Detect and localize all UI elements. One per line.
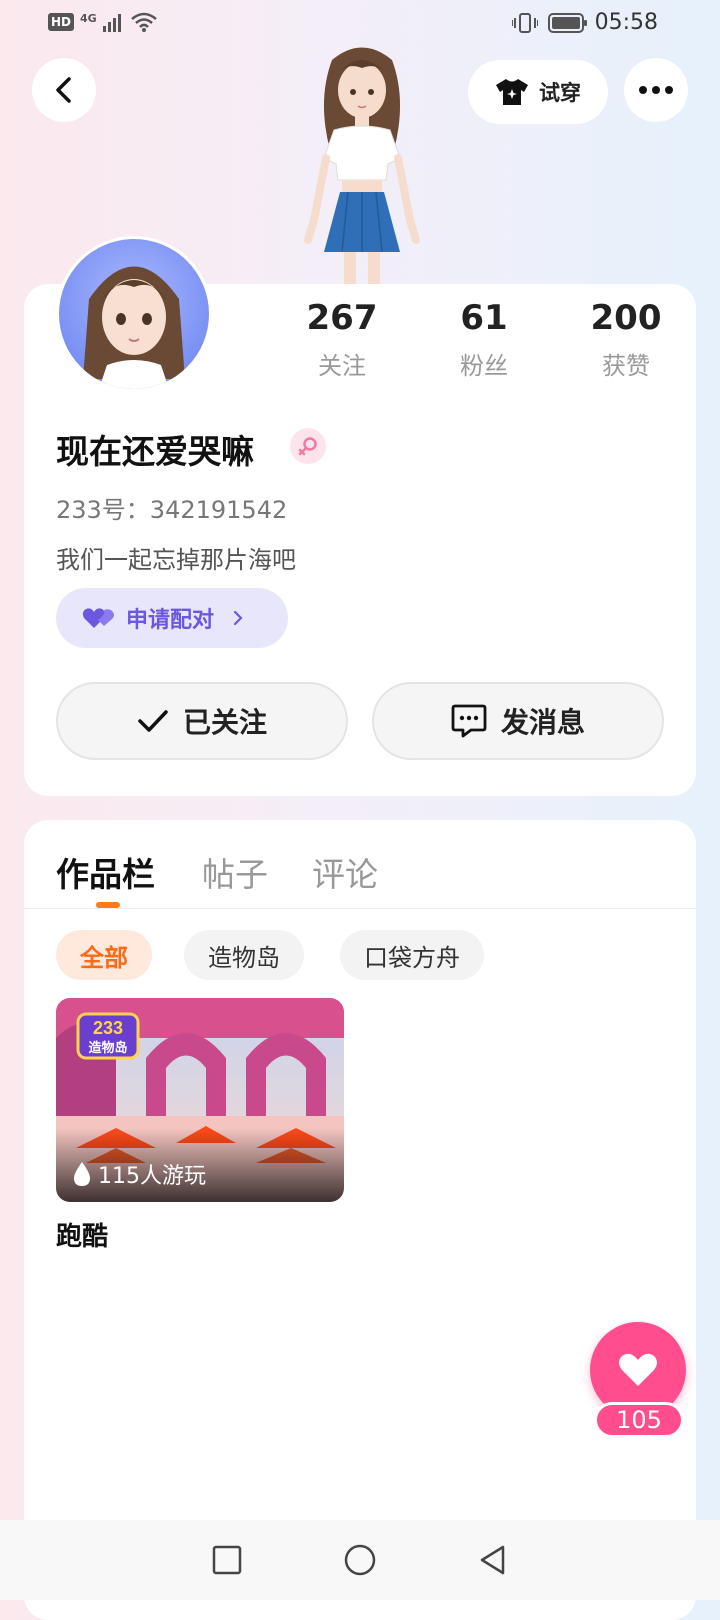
signal-icon bbox=[102, 14, 121, 32]
filter-pocket-ark[interactable]: 口袋方舟 bbox=[340, 930, 484, 980]
stat-label: 获赞 bbox=[602, 352, 650, 380]
stat-likes[interactable]: 200 获赞 bbox=[566, 298, 686, 381]
check-icon bbox=[138, 710, 168, 732]
message-icon bbox=[451, 704, 487, 738]
status-left: HD 4G bbox=[48, 12, 157, 32]
play-count: 115人游玩 bbox=[72, 1158, 206, 1190]
apply-pair-label: 申请配对 bbox=[126, 608, 215, 633]
more-button[interactable] bbox=[624, 58, 688, 122]
filter-all[interactable]: 全部 bbox=[56, 930, 152, 980]
stat-value: 200 bbox=[590, 298, 662, 338]
stat-fans[interactable]: 61 粉丝 bbox=[424, 298, 544, 381]
stat-following[interactable]: 267 关注 bbox=[282, 298, 402, 381]
send-message-label: 发消息 bbox=[500, 706, 585, 739]
thumb-logo-bottom: 造物岛 bbox=[88, 1040, 127, 1056]
followed-button[interactable]: 已关注 bbox=[56, 682, 348, 760]
status-right bbox=[512, 12, 588, 34]
more-dots-icon bbox=[639, 86, 673, 94]
female-icon bbox=[290, 428, 326, 464]
double-heart-icon bbox=[82, 608, 114, 628]
stat-label: 粉丝 bbox=[460, 352, 508, 380]
tab-posts[interactable]: 帖子 bbox=[202, 848, 268, 896]
try-on-label: 试穿 bbox=[539, 81, 581, 105]
tab-comments[interactable]: 评论 bbox=[312, 848, 378, 896]
like-count: 105 bbox=[594, 1402, 684, 1438]
avatar[interactable] bbox=[56, 236, 212, 392]
bio: 我们一起忘掉那片海吧 bbox=[56, 546, 296, 574]
tshirt-icon bbox=[496, 79, 528, 105]
thumb-logo-top: 233 bbox=[93, 1018, 123, 1038]
filter-creation-island[interactable]: 造物岛 bbox=[184, 930, 304, 980]
try-on-button[interactable]: 试穿 bbox=[468, 60, 608, 124]
user-id: 233号：342191542 bbox=[56, 496, 288, 524]
send-message-button[interactable]: 发消息 bbox=[372, 682, 664, 760]
avatar-image bbox=[59, 239, 209, 389]
tab-works[interactable]: 作品栏 bbox=[56, 848, 155, 896]
home-icon[interactable] bbox=[343, 1543, 377, 1577]
back-nav-icon[interactable] bbox=[477, 1544, 509, 1576]
hd-badge: HD bbox=[48, 13, 75, 31]
stat-value: 61 bbox=[460, 298, 508, 338]
followed-label: 已关注 bbox=[182, 706, 267, 739]
recents-icon[interactable] bbox=[211, 1544, 243, 1576]
tab-divider bbox=[24, 908, 696, 909]
flame-icon bbox=[74, 1162, 90, 1186]
chevron-right-icon bbox=[233, 610, 243, 626]
nickname: 现在还爱哭嘛 bbox=[56, 432, 254, 471]
wifi-icon bbox=[130, 12, 157, 32]
stat-label: 关注 bbox=[318, 352, 366, 380]
work-title[interactable]: 跑酷 bbox=[56, 1216, 108, 1253]
back-button[interactable] bbox=[32, 58, 96, 122]
apply-pair-button[interactable]: 申请配对 bbox=[56, 588, 288, 648]
vibrate-icon bbox=[512, 13, 538, 33]
stat-value: 267 bbox=[306, 298, 378, 338]
play-count-text: 115人游玩 bbox=[98, 1164, 206, 1189]
heart-icon bbox=[619, 1353, 657, 1386]
network-type: 4G bbox=[80, 12, 97, 25]
system-nav-bar bbox=[0, 1520, 720, 1600]
chevron-left-icon bbox=[56, 77, 71, 103]
clock: 05:58 bbox=[594, 10, 658, 35]
avatar-figure bbox=[282, 40, 442, 290]
battery-icon bbox=[548, 13, 587, 33]
